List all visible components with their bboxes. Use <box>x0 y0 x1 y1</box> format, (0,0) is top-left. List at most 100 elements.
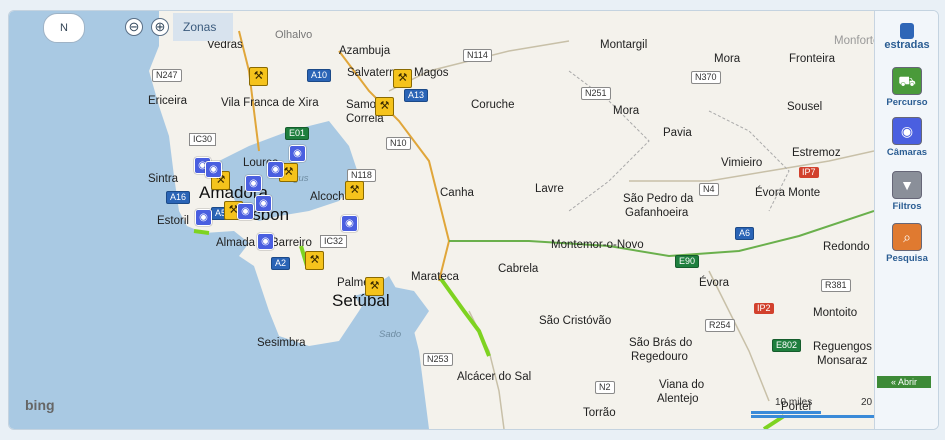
filter-icon: ▼ <box>892 171 922 199</box>
place-monforte: Monforte <box>834 35 880 47</box>
place-pavia: Pavia <box>663 127 692 139</box>
place-sesimbra: Sesimbra <box>257 337 306 349</box>
place-barreiro: Barreiro <box>271 237 312 249</box>
road-shield-ic32: IC32 <box>320 235 348 248</box>
place-marateca: Marateca <box>411 271 459 283</box>
place-monsaraz: Monsaraz <box>817 355 868 367</box>
camera-icon[interactable]: ◉ <box>245 175 262 192</box>
place-montoito: Montoito <box>813 307 858 319</box>
place-sao-pedro: São Pedro da <box>623 193 694 205</box>
road-shield-n247: N247 <box>152 69 182 82</box>
place-vila-franca: Vila Franca de Xira <box>221 97 319 109</box>
scale-miles-bar <box>751 411 821 414</box>
zonas-button[interactable]: Zonas <box>173 13 233 41</box>
place-sao-bras: São Brás do <box>629 337 693 349</box>
place-sousel: Sousel <box>787 101 823 113</box>
place-estremoz: Estremoz <box>792 147 841 159</box>
road-shield-e90: E90 <box>675 255 700 268</box>
roadwork-icon[interactable]: ⚒ <box>345 181 364 200</box>
place-viana: Viana do <box>659 379 705 391</box>
road-shield-ic30: IC30 <box>189 133 217 146</box>
place-redondo: Redondo <box>823 241 870 253</box>
place-cabrela: Cabrela <box>498 263 539 275</box>
road-shield-n114: N114 <box>463 49 492 62</box>
road-shield-n370: N370 <box>691 71 721 84</box>
place-olhalvo: Olhalvo <box>275 29 313 41</box>
camera-icon[interactable]: ◉ <box>255 195 272 212</box>
scale-miles-label: 10 miles <box>775 397 813 408</box>
place-almada: Almada <box>216 237 255 249</box>
place-mora: Mora <box>613 105 640 117</box>
estradas-logo-label: estradas <box>884 39 930 51</box>
road-shield-n10: N10 <box>386 137 411 150</box>
place-evora-monte: Évora Monte <box>755 187 821 199</box>
place-gafanhoeira: Gafanhoeira <box>625 207 689 219</box>
camera-icon[interactable]: ◉ <box>237 203 254 220</box>
zoom-out-button[interactable]: ⊖ <box>125 18 143 36</box>
place-mora-top: Mora <box>714 53 741 65</box>
place-torrao: Torrão <box>583 407 616 419</box>
roadwork-icon[interactable]: ⚒ <box>393 69 412 88</box>
search-icon: ⌕ <box>892 223 922 251</box>
estradas-logo[interactable]: estradas <box>883 23 931 51</box>
camera-icon: ◉ <box>892 117 922 145</box>
camera-icon[interactable]: ◉ <box>195 209 212 226</box>
road-shield-n4: N4 <box>699 183 719 196</box>
road-shield-a10: A10 <box>307 69 332 82</box>
place-vimieiro: Vimieiro <box>721 157 763 169</box>
camera-icon[interactable]: ◉ <box>341 215 358 232</box>
camera-icon[interactable]: ◉ <box>205 161 222 178</box>
camera-icon[interactable]: ◉ <box>267 161 284 178</box>
scale-bar: 10 miles 20 km <box>751 397 891 423</box>
roadwork-icon[interactable]: ⚒ <box>375 97 394 116</box>
map-frame: Vedras Olhalvo Azambuja Montargil Mora F… <box>8 10 939 430</box>
side-panel: estradas ⛟ Percurso ◉ Câmaras ▼ Filtros … <box>874 11 938 429</box>
place-azambuja: Azambuja <box>339 45 391 57</box>
place-magos: Magos <box>414 67 449 79</box>
estradas-logo-icon <box>900 23 914 39</box>
camera-icon[interactable]: ◉ <box>257 233 274 250</box>
map-canvas[interactable]: Vedras Olhalvo Azambuja Montargil Mora F… <box>9 11 891 429</box>
percurso-button[interactable]: ⛟ Percurso <box>885 67 929 108</box>
bing-logo: bing <box>25 397 55 413</box>
place-setubal: Setúbal <box>332 291 390 310</box>
camera-icon[interactable]: ◉ <box>289 145 306 162</box>
road-shield-n2: N2 <box>595 381 615 394</box>
road-shield-a2: A2 <box>271 257 291 270</box>
camaras-button[interactable]: ◉ Câmaras <box>885 117 929 158</box>
place-alcacer: Alcácer do Sal <box>457 371 532 383</box>
place-salvaterra: Salvaterra <box>347 67 400 79</box>
camaras-label: Câmaras <box>886 147 928 158</box>
abrir-button[interactable]: « Abrir <box>877 376 931 388</box>
scale-km-bar <box>751 415 891 418</box>
road-shield-ip7: IP7 <box>799 167 819 178</box>
roadwork-icon[interactable]: ⚒ <box>305 251 324 270</box>
road-shield-ip2: IP2 <box>754 303 774 314</box>
place-fronteira: Fronteira <box>789 53 836 65</box>
place-sintra: Sintra <box>148 173 179 185</box>
place-regedouro: Regedouro <box>631 351 688 363</box>
pesquisa-button[interactable]: ⌕ Pesquisa <box>885 223 929 264</box>
place-alentejo: Alentejo <box>657 393 699 405</box>
zoom-in-button[interactable]: ⊕ <box>151 18 169 36</box>
roadwork-icon[interactable]: ⚒ <box>249 67 268 86</box>
road-shield-r381: R381 <box>821 279 851 292</box>
place-sao-cristovao: São Cristóvão <box>539 315 612 327</box>
place-montargil: Montargil <box>600 39 648 51</box>
place-canha: Canha <box>440 187 474 199</box>
road-shield-a13: A13 <box>404 89 429 102</box>
road-shield-e802: E802 <box>772 339 802 352</box>
road-shield-a6: A6 <box>735 227 755 240</box>
road-shield-a16: A16 <box>166 191 191 204</box>
road-shield-n253: N253 <box>423 353 453 366</box>
percurso-label: Percurso <box>886 97 928 108</box>
compass-control[interactable]: N <box>43 13 85 43</box>
filtros-button[interactable]: ▼ Filtros <box>885 171 929 212</box>
road-shield-n251: N251 <box>581 87 611 100</box>
zonas-label: Zonas <box>183 20 217 34</box>
compass-north-label: N <box>60 22 68 34</box>
road-shield-e01: E01 <box>285 127 310 140</box>
filtros-label: Filtros <box>892 201 922 212</box>
roadwork-icon[interactable]: ⚒ <box>365 277 384 296</box>
place-lavre: Lavre <box>535 183 564 195</box>
